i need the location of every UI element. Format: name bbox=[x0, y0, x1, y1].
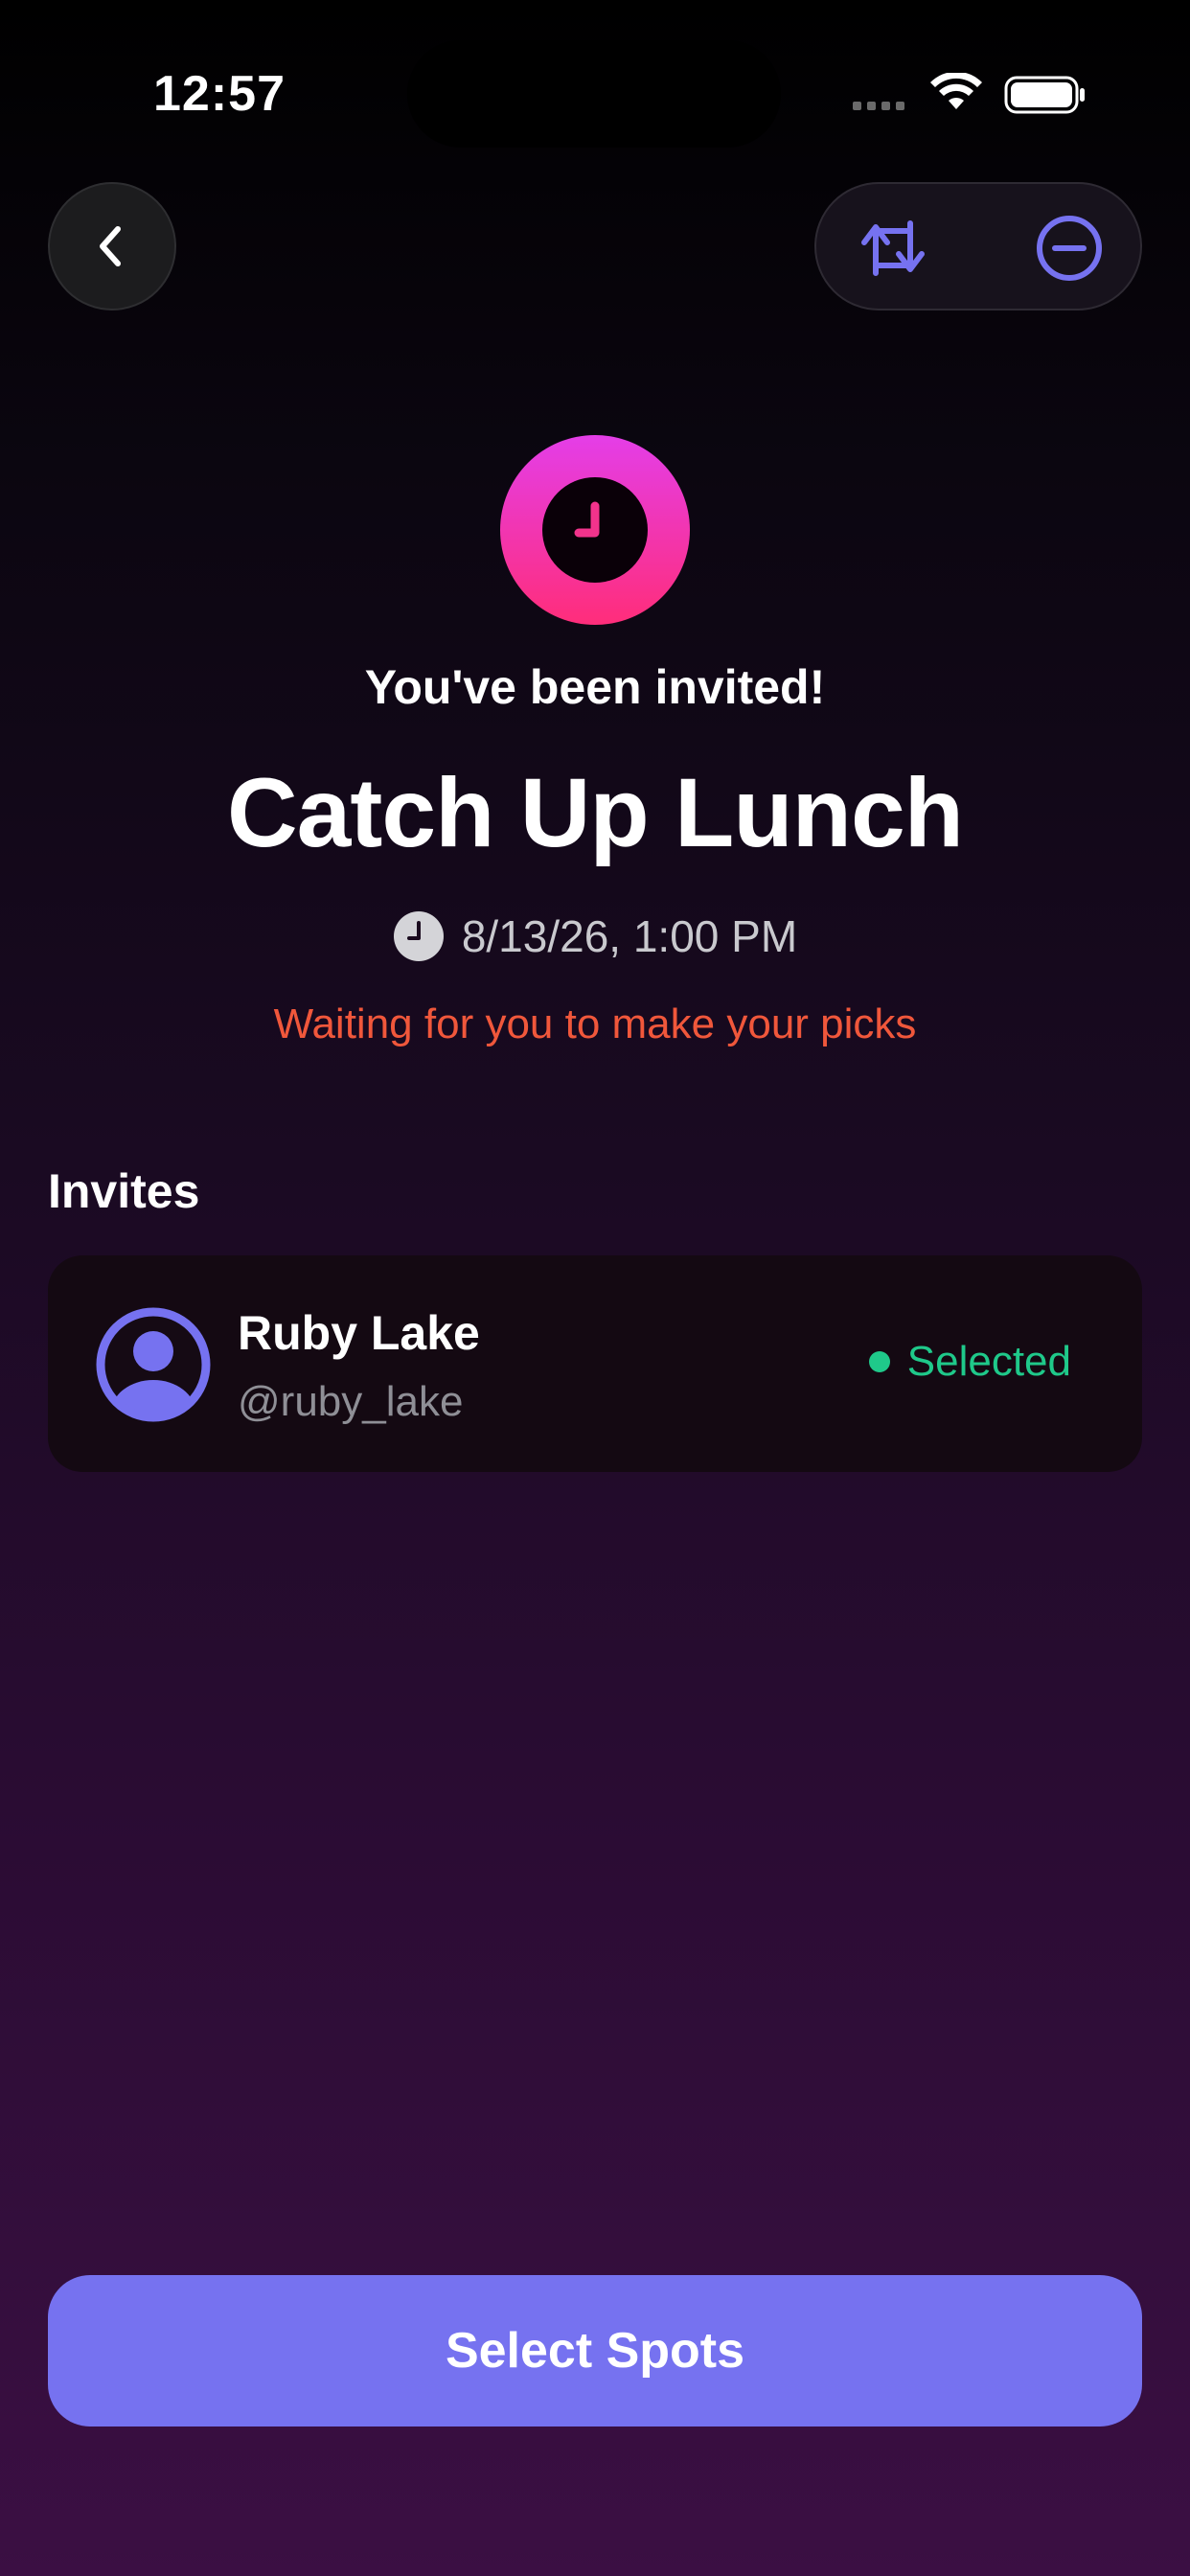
select-spots-button[interactable]: Select Spots bbox=[48, 2275, 1142, 2426]
avatar-icon bbox=[96, 1307, 211, 1422]
status-dot-icon bbox=[868, 1351, 890, 1372]
event-title: Catch Up Lunch bbox=[227, 758, 964, 867]
clock-icon bbox=[542, 477, 648, 583]
invitee-name: Ruby Lake bbox=[238, 1306, 480, 1360]
dynamic-island bbox=[407, 40, 781, 148]
remove-button[interactable] bbox=[1029, 208, 1110, 288]
invites-heading: Invites bbox=[48, 1164, 200, 1218]
invitee-handle: @ruby_lake bbox=[238, 1378, 464, 1425]
wifi-icon bbox=[930, 73, 982, 109]
back-button[interactable] bbox=[48, 182, 176, 310]
minus-circle-icon bbox=[1037, 216, 1102, 281]
event-datetime: 8/13/26, 1:00 PM bbox=[0, 910, 1190, 962]
clock-icon bbox=[393, 911, 444, 961]
event-datetime-text: 8/13/26, 1:00 PM bbox=[461, 911, 798, 961]
battery-icon bbox=[1004, 76, 1085, 114]
status-bar-time: 12:57 bbox=[153, 66, 286, 122]
select-spots-label: Select Spots bbox=[445, 2323, 745, 2379]
invite-status-badge: Selected bbox=[868, 1338, 1071, 1386]
invite-detail-screen: 12:57 You've been invited! Catch Up Lunc… bbox=[0, 0, 1190, 2576]
swap-arrows-icon bbox=[861, 220, 925, 276]
invited-message: You've been invited! bbox=[364, 660, 826, 714]
invite-status-label: Selected bbox=[906, 1338, 1071, 1385]
event-status-text: Waiting for you to make your picks bbox=[273, 1000, 917, 1047]
cellular-signal-icon bbox=[853, 102, 904, 110]
chevron-left-icon bbox=[100, 226, 121, 266]
invite-card[interactable]: Ruby Lake @ruby_lake Selected bbox=[48, 1255, 1142, 1472]
swap-button[interactable] bbox=[853, 208, 933, 288]
header-actions bbox=[814, 182, 1142, 310]
event-clock-badge bbox=[500, 435, 690, 625]
